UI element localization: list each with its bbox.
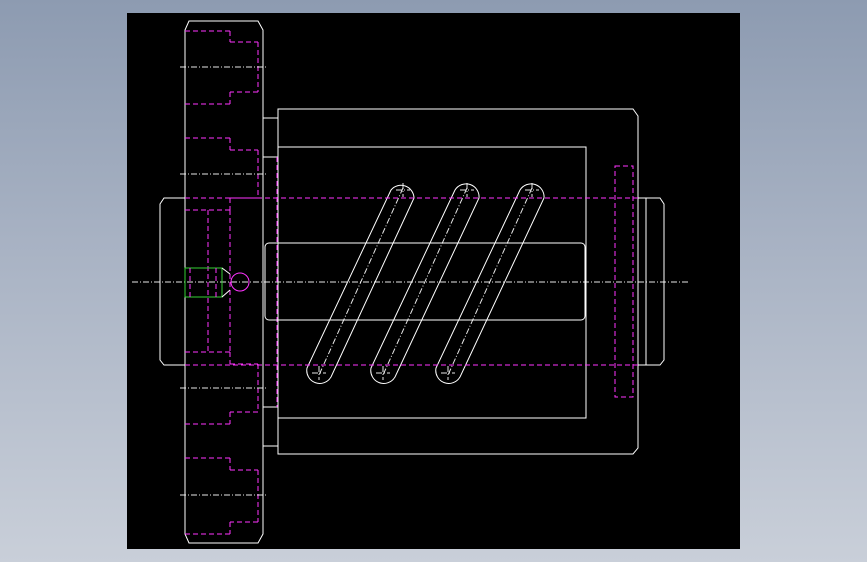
- drawing-viewport[interactable]: [127, 13, 740, 549]
- cad-background: { "drawing": { "colors": { "background":…: [0, 0, 867, 562]
- cam-drum-drawing: [132, 20, 690, 544]
- groove-2-bottom-center: [376, 366, 390, 380]
- groove-3-bottom-center: [441, 366, 455, 380]
- groove-3: [435, 183, 545, 384]
- bolt-hole-4-hidden: [185, 457, 259, 535]
- hub-step-bottom: [263, 406, 279, 447]
- groove-1: [306, 184, 415, 384]
- cam-grooves: [306, 183, 545, 384]
- hub-step-top: [263, 117, 279, 158]
- groove-2: [370, 183, 480, 384]
- groove-1-top-center: [396, 183, 410, 197]
- groove-1-bottom-center: [312, 366, 326, 380]
